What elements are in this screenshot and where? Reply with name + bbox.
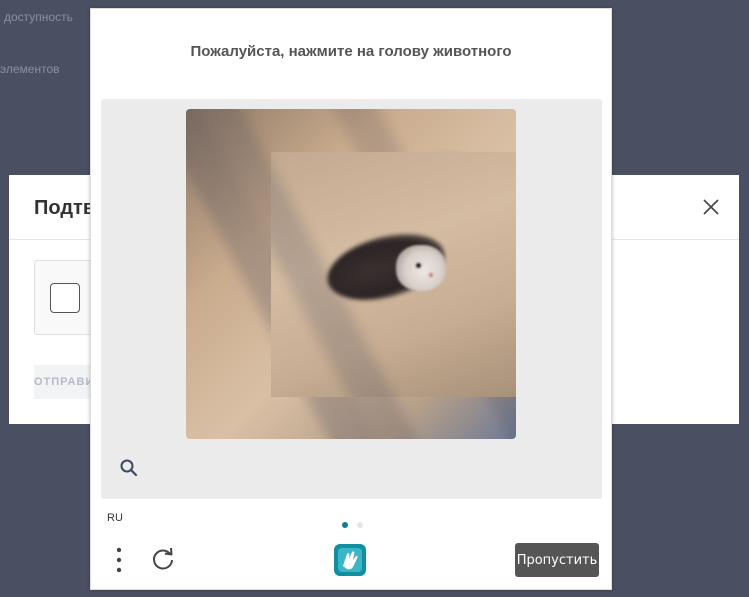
page-indicator xyxy=(342,515,368,533)
challenge-stage xyxy=(101,99,602,499)
language-selector[interactable]: RU xyxy=(107,512,123,524)
refresh-button[interactable] xyxy=(149,545,177,573)
menu-button[interactable] xyxy=(109,546,129,574)
hcaptcha-logo-icon[interactable] xyxy=(332,542,368,578)
captcha-checkbox[interactable] xyxy=(50,283,80,313)
page-dot xyxy=(357,522,364,528)
refresh-icon xyxy=(153,547,173,570)
challenge-prompt: Пожалуйста, нажмите на голову животного xyxy=(190,43,512,60)
modal-title: Подтвердите xyxy=(34,197,92,219)
kebab-menu-icon xyxy=(116,547,122,573)
search-icon xyxy=(120,459,138,477)
page-dot-active xyxy=(342,522,348,528)
background-text: доступность xyxy=(4,10,73,24)
captcha-challenge: Пожалуйста, нажмите на голову животного … xyxy=(90,8,612,590)
challenge-image[interactable] xyxy=(186,109,516,439)
zoom-button[interactable] xyxy=(118,457,140,479)
skip-button[interactable]: Пропустить xyxy=(515,543,599,577)
close-button[interactable] xyxy=(701,197,721,217)
ferret-image[interactable] xyxy=(194,109,516,439)
background-text: элементов xyxy=(0,62,60,76)
close-icon xyxy=(703,199,719,215)
